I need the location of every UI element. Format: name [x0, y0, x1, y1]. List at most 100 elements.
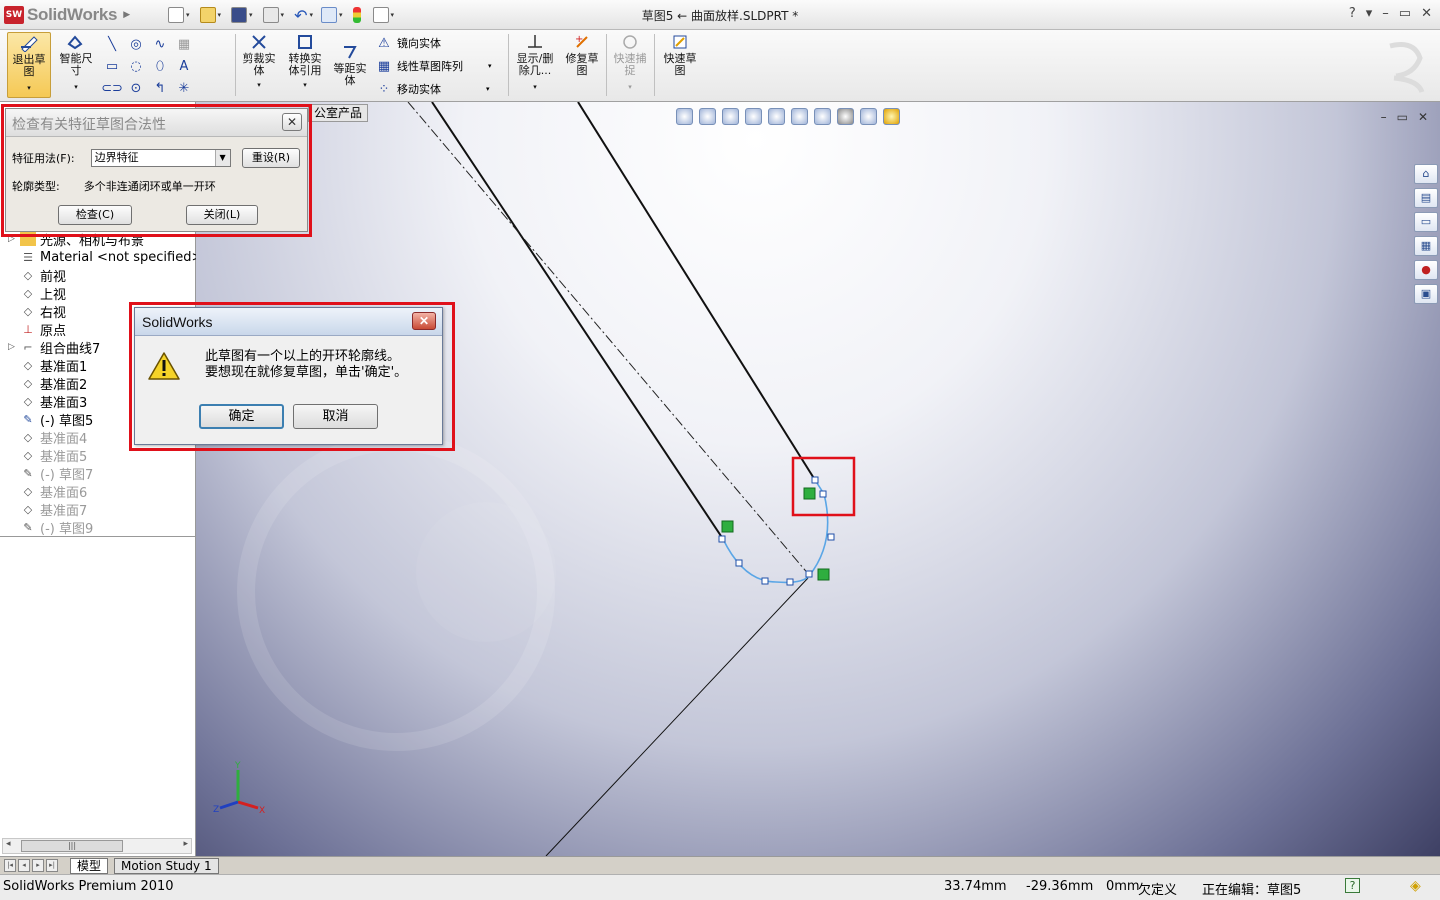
viewport-close-button[interactable]: ✕	[1418, 110, 1428, 124]
tree-item-front-plane[interactable]: ◇ 前视	[8, 266, 66, 285]
message-box-highlight	[129, 302, 455, 451]
sketch-line-lower[interactable]	[545, 577, 809, 856]
display-delete-relations-button[interactable]: 显示/删除几... ▾	[512, 32, 558, 93]
tree-item-plane6[interactable]: ◇ 基准面6	[8, 482, 88, 501]
repair-sketch-button[interactable]: + 修复草图	[562, 32, 602, 77]
view-orientation-icon[interactable]	[768, 108, 785, 125]
tree-item-plane2[interactable]: ◇ 基准面2	[8, 374, 88, 393]
tree-item-composite-curve[interactable]: ▷ ⌐ 组合曲线7	[8, 338, 100, 357]
scroll-right-icon[interactable]: ▸	[183, 839, 188, 849]
plane-icon: ◇	[23, 358, 33, 372]
circle-icon[interactable]: ◎	[128, 36, 144, 52]
spline-icon[interactable]: ∿	[152, 36, 168, 52]
tab-motion-study[interactable]: Motion Study 1	[114, 858, 219, 874]
prev-tab-icon[interactable]: ◂	[18, 859, 30, 872]
apply-scene-icon[interactable]	[860, 108, 877, 125]
tree-item-sketch9[interactable]: ✎ (-) 草图9	[8, 518, 93, 537]
home-icon[interactable]: ⌂	[1414, 164, 1438, 184]
window-title: 草图5 ← 曲面放样.SLDPRT *	[641, 9, 799, 23]
slot-icon[interactable]: ⊂⊃	[101, 80, 123, 96]
plane-icon: ◇	[23, 304, 33, 318]
graphics-area[interactable]: Y X Z – ▭ ✕ ⌂ ▤ ▭ ▦ ● ▣	[196, 102, 1440, 856]
custom-properties-icon[interactable]: ▣	[1414, 284, 1438, 304]
edit-appearance-icon[interactable]	[837, 108, 854, 125]
viewport-minimize-button[interactable]: –	[1381, 110, 1387, 124]
rectangle-icon[interactable]: ▭	[104, 58, 120, 74]
section-view-icon[interactable]	[745, 108, 762, 125]
help-dropdown-icon[interactable]: ▾	[1366, 6, 1373, 21]
quick-snaps-button[interactable]: 快速捕捉 ▾	[610, 32, 650, 93]
tab-model[interactable]: 模型	[70, 858, 109, 874]
scrollbar-thumb[interactable]: |||	[21, 840, 123, 852]
construction-grid-icon[interactable]: ▦	[176, 36, 192, 52]
smart-dimension-icon	[65, 32, 87, 52]
tree-item-material[interactable]: ☰ Material <not specified>	[8, 248, 202, 266]
tree-item-plane1[interactable]: ◇ 基准面1	[8, 356, 88, 375]
tree-item-plane5[interactable]: ◇ 基准面5	[8, 446, 88, 465]
tree-item-sketch5[interactable]: ✎ (-) 草图5	[8, 410, 93, 429]
tree-horizontal-scrollbar[interactable]: ◂ ||| ▸	[2, 838, 192, 854]
sketch-tools-row2: ▭ ◌ ⬯ A	[104, 58, 192, 74]
mirror-icon: ⚠	[378, 35, 390, 51]
view-settings-icon[interactable]	[883, 108, 900, 125]
plane-icon: ◇	[23, 430, 33, 444]
polygon-icon[interactable]: ⊙	[128, 80, 144, 96]
design-library-icon[interactable]: ▤	[1414, 188, 1438, 208]
tree-item-right-plane[interactable]: ◇ 右视	[8, 302, 66, 321]
line-icon[interactable]: ╲	[104, 36, 120, 52]
help-icon[interactable]: ?	[1349, 6, 1356, 21]
fillet-icon[interactable]: ↰	[152, 80, 168, 96]
move-entities-button[interactable]: ⁘ 移动实体 ▾	[376, 81, 490, 97]
svg-text:Z: Z	[213, 805, 219, 815]
task-pane-tabs: ⌂ ▤ ▭ ▦ ● ▣	[1414, 164, 1440, 304]
coordinate-triad: Y X Z	[213, 761, 265, 816]
file-explorer-icon[interactable]: ▭	[1414, 212, 1438, 232]
minimize-button[interactable]: –	[1382, 6, 1389, 21]
display-style-icon[interactable]	[791, 108, 808, 125]
zoom-to-area-icon[interactable]	[699, 108, 716, 125]
plane-icon: ◇	[23, 502, 33, 516]
svg-text:+: +	[575, 34, 583, 45]
heads-up-view-toolbar	[676, 108, 900, 125]
viewport-restore-button[interactable]: ▭	[1397, 110, 1408, 124]
mirror-entities-button[interactable]: ⚠ 镜向实体	[376, 35, 441, 51]
hide-show-items-icon[interactable]	[814, 108, 831, 125]
scroll-left-icon[interactable]: ◂	[6, 839, 11, 849]
tree-item-origin[interactable]: ⊥ 原点	[8, 320, 66, 339]
close-button[interactable]: ✕	[1421, 6, 1432, 21]
text-icon[interactable]: A	[176, 58, 192, 74]
tree-item-top-plane[interactable]: ◇ 上视	[8, 284, 66, 303]
arc-icon[interactable]: ◌	[128, 58, 144, 74]
tree-item-plane7[interactable]: ◇ 基准面7	[8, 500, 88, 519]
viewport-window-controls: – ▭ ✕	[1381, 110, 1428, 124]
tree-item-plane4[interactable]: ◇ 基准面4	[8, 428, 88, 447]
rapid-sketch-button[interactable]: 快速草图	[658, 32, 702, 77]
svg-text:X: X	[259, 806, 265, 816]
convert-entities-button[interactable]: 转换实体引用 ▾	[284, 32, 326, 91]
smart-dimension-button[interactable]: 智能尺寸 ▾	[56, 32, 96, 93]
zoom-to-fit-icon[interactable]	[676, 108, 693, 125]
sketch-line-right[interactable]	[577, 102, 816, 481]
previous-view-icon[interactable]	[722, 108, 739, 125]
linear-pattern-button[interactable]: ▦ 线性草图阵列 ▾	[376, 58, 492, 74]
point-icon[interactable]: ✳	[176, 80, 192, 96]
exit-sketch-button[interactable]: 退出草图 ▾	[7, 32, 51, 98]
trim-entities-button[interactable]: 剪裁实体 ▾	[239, 32, 279, 91]
last-tab-icon[interactable]: ▸|	[46, 859, 58, 872]
offset-entities-button[interactable]: 等距实体	[330, 42, 370, 87]
coord-y: -29.36mm	[1026, 879, 1094, 894]
sketch-icon: ✎	[23, 520, 33, 534]
ellipse-icon[interactable]: ⬯	[152, 58, 168, 74]
pane-tab-office-products[interactable]: 公室产品	[308, 104, 369, 122]
appearances-icon[interactable]: ●	[1414, 260, 1438, 280]
tag-icon[interactable]: ◈	[1410, 878, 1421, 894]
tree-item-plane3[interactable]: ◇ 基准面3	[8, 392, 88, 411]
plane-icon: ◇	[23, 484, 33, 498]
restore-button[interactable]: ▭	[1399, 6, 1411, 21]
view-palette-icon[interactable]: ▦	[1414, 236, 1438, 256]
first-tab-icon[interactable]: |◂	[4, 859, 16, 872]
tree-item-sketch7[interactable]: ✎ (-) 草图7	[8, 464, 93, 483]
help-status-icon[interactable]: ?	[1345, 878, 1360, 893]
next-tab-icon[interactable]: ▸	[32, 859, 44, 872]
window-controls: ? ▾ – ▭ ✕	[1349, 6, 1432, 21]
